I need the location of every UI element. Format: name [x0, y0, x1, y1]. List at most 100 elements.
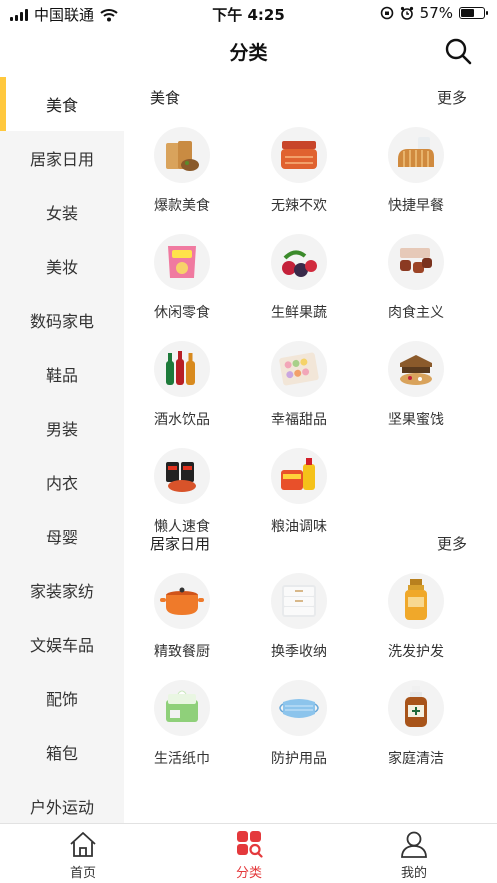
profile-icon — [401, 831, 427, 858]
category-item[interactable]: 无辣不欢 — [241, 127, 357, 227]
category-item-label: 幸福甜品 — [271, 412, 327, 428]
category-item-label: 生活纸巾 — [154, 751, 210, 767]
category-item-label: 生鲜果蔬 — [271, 305, 327, 321]
sidebar-item[interactable]: 鞋品 — [0, 347, 124, 401]
sidebar-item[interactable]: 居家日用 — [0, 131, 124, 185]
category-sidebar: 美食居家日用女装美妆数码家电鞋品男装内衣母婴家装家纺文娱车品配饰箱包户外运动 — [0, 77, 124, 823]
category-item[interactable]: 防护用品 — [241, 680, 357, 780]
rotation-lock-icon — [380, 6, 393, 20]
sidebar-item[interactable]: 女装 — [0, 185, 124, 239]
category-item-label: 坚果蜜饯 — [388, 412, 444, 428]
spicy-meat-icon — [271, 127, 327, 183]
snack-pack-icon — [154, 127, 210, 183]
category-item-label: 肉食主义 — [388, 305, 444, 321]
sidebar-item-label: 居家日用 — [29, 150, 94, 169]
category-item[interactable]: 家庭清洁 — [358, 680, 474, 780]
category-item[interactable]: 坚果蜜饯 — [358, 341, 474, 441]
tab-home-label: 首页 — [69, 866, 96, 881]
cooking-pot-icon — [154, 573, 210, 629]
category-item-label: 洗发护发 — [388, 644, 444, 660]
tab-category[interactable]: 分类 — [189, 830, 309, 881]
category-icon — [237, 831, 263, 858]
sidebar-item-label: 文娱车品 — [29, 636, 94, 655]
tab-category-label: 分类 — [235, 866, 262, 881]
sidebar-item[interactable]: 箱包 — [0, 725, 124, 779]
fruit-icon — [271, 234, 327, 290]
sidebar-item-label: 配饰 — [45, 690, 78, 709]
section-title: 居家日用 — [150, 535, 211, 553]
bottles-icon — [154, 341, 210, 397]
macaron-box-icon — [271, 341, 327, 397]
category-item[interactable]: 肉食主义 — [358, 234, 474, 334]
sidebar-item[interactable]: 内衣 — [0, 455, 124, 509]
alarm-icon — [400, 6, 413, 20]
category-item-label: 防护用品 — [271, 751, 327, 767]
sidebar-item-label: 男装 — [45, 420, 78, 439]
category-item-label: 酒水饮品 — [154, 412, 210, 428]
category-content: 美食 更多 爆款美食 无辣不欢 快捷早餐 休闲零食 生鲜果蔬 肉食主义 酒水饮品 幸福甜品 坚果蜜饯… — [124, 77, 497, 823]
status-right: 57% — [380, 4, 488, 22]
sidebar-item[interactable]: 文娱车品 — [0, 617, 124, 671]
category-item[interactable]: 幸福甜品 — [241, 341, 357, 441]
page-title: 分类 — [229, 42, 268, 64]
sidebar-item-label: 家装家纺 — [29, 582, 94, 601]
disinfectant-bottle-icon — [388, 680, 444, 736]
sidebar-item[interactable]: 母婴 — [0, 509, 124, 563]
category-item[interactable]: 生鲜果蔬 — [241, 234, 357, 334]
sidebar-item-label: 数码家电 — [29, 312, 94, 331]
category-item-label: 精致餐厨 — [154, 644, 210, 660]
category-item[interactable]: 精致餐厨 — [124, 573, 240, 673]
battery-icon — [459, 7, 488, 19]
section-more-link[interactable]: 更多 — [437, 533, 467, 554]
section-header: 美食 更多 — [124, 81, 497, 111]
face-mask-icon — [271, 680, 327, 736]
sidebar-item-label: 箱包 — [45, 744, 78, 763]
sidebar-item[interactable]: 数码家电 — [0, 293, 124, 347]
category-item[interactable]: 洗发护发 — [358, 573, 474, 673]
category-item-label: 快捷早餐 — [388, 198, 444, 214]
sidebar-item-label: 美妆 — [45, 258, 78, 277]
storage-drawer-icon — [271, 573, 327, 629]
sidebar-item-label: 鞋品 — [45, 366, 78, 385]
tab-profile[interactable]: 我的 — [354, 830, 474, 881]
instant-noodle-icon — [154, 448, 210, 504]
category-item-label: 家庭清洁 — [388, 751, 444, 767]
category-item[interactable]: 酒水饮品 — [124, 341, 240, 441]
search-icon[interactable] — [443, 36, 473, 66]
nut-box-icon — [388, 341, 444, 397]
shampoo-bottle-icon — [388, 573, 444, 629]
status-bar: 中国联通 下午 4:25 57% — [0, 0, 497, 26]
bread-icon — [388, 127, 444, 183]
meat-cubes-icon — [388, 234, 444, 290]
sidebar-item-label: 女装 — [45, 204, 78, 223]
category-item-label: 无辣不欢 — [271, 198, 327, 214]
battery-percent: 57% — [419, 4, 453, 22]
category-item[interactable]: 快捷早餐 — [358, 127, 474, 227]
category-item[interactable]: 生活纸巾 — [124, 680, 240, 780]
tab-bar: 首页 分类 我的 — [0, 823, 497, 883]
section-header: 居家日用 更多 — [124, 527, 497, 557]
tissue-pack-icon — [154, 680, 210, 736]
sidebar-item-label: 母婴 — [45, 528, 78, 547]
oil-rice-icon — [271, 448, 327, 504]
sidebar-item-label: 美食 — [45, 96, 78, 115]
category-item[interactable]: 爆款美食 — [124, 127, 240, 227]
sidebar-item[interactable]: 美妆 — [0, 239, 124, 293]
chips-bag-icon — [154, 234, 210, 290]
home-icon — [70, 832, 96, 857]
category-item-label: 休闲零食 — [154, 305, 210, 321]
sidebar-item[interactable]: 男装 — [0, 401, 124, 455]
tab-profile-label: 我的 — [400, 866, 427, 881]
sidebar-item[interactable]: 户外运动 — [0, 779, 124, 823]
category-item-label: 爆款美食 — [154, 198, 210, 214]
sidebar-item[interactable]: 配饰 — [0, 671, 124, 725]
header: 分类 — [0, 26, 497, 76]
sidebar-item[interactable]: 家装家纺 — [0, 563, 124, 617]
sidebar-item[interactable]: 美食 — [0, 77, 124, 131]
sidebar-item-label: 户外运动 — [29, 798, 94, 817]
section-title: 美食 — [150, 89, 181, 107]
tab-home[interactable]: 首页 — [23, 830, 143, 881]
category-item[interactable]: 休闲零食 — [124, 234, 240, 334]
section-more-link[interactable]: 更多 — [437, 87, 467, 108]
category-item[interactable]: 换季收纳 — [241, 573, 357, 673]
